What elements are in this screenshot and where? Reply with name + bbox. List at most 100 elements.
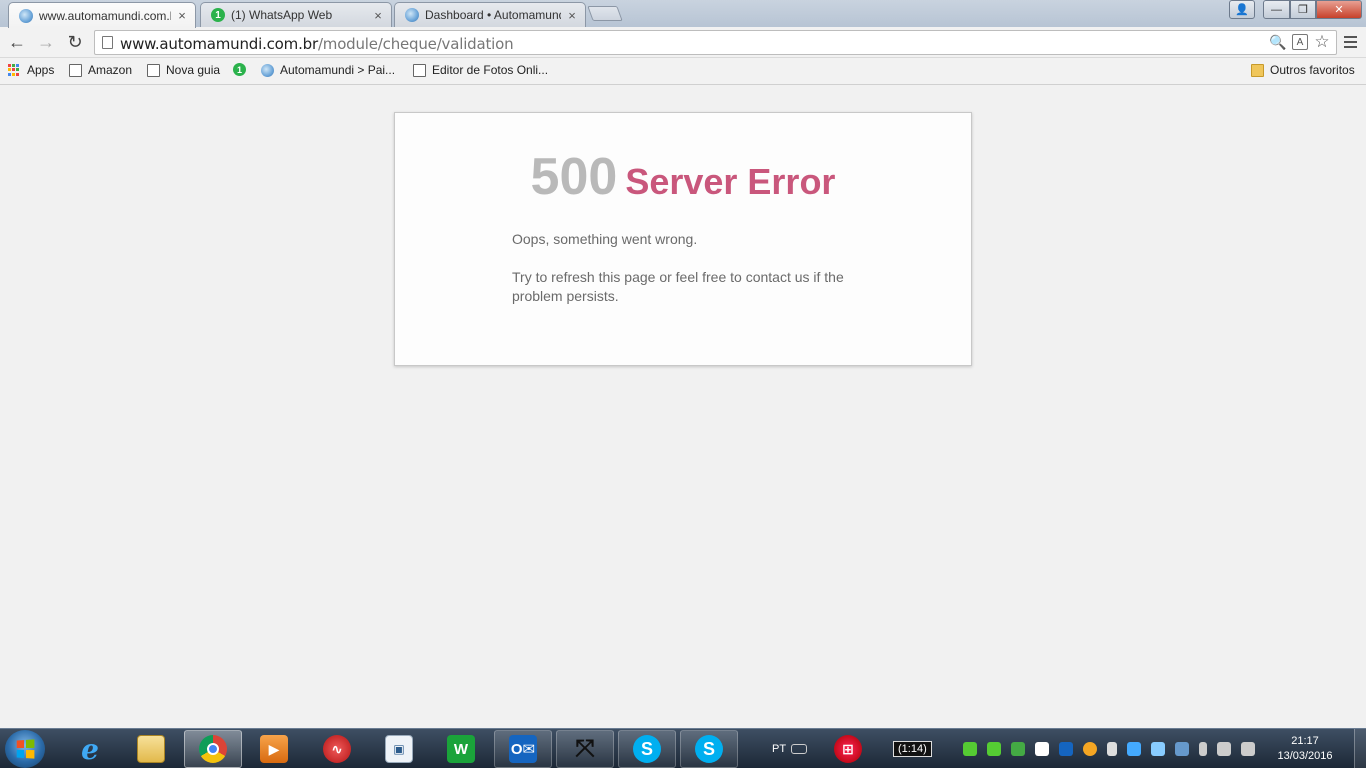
bookmark-editor-fotos[interactable]: Editor de Fotos Onli... [413, 63, 548, 77]
translate-icon[interactable]: A [1292, 34, 1308, 50]
taskbar-cardiogram-app[interactable]: ∿ [308, 730, 366, 768]
network-icon[interactable] [1175, 742, 1189, 756]
address-url[interactable]: www.automamundi.com.br/module/cheque/val… [120, 35, 514, 53]
bookmark-other-folder[interactable]: Outros favoritos [1251, 63, 1355, 77]
close-icon[interactable]: × [175, 8, 189, 23]
taskbar-skype-2[interactable]: S [680, 730, 738, 768]
taskbar-windows-explorer[interactable] [122, 730, 180, 768]
taskbar-skype-1[interactable]: S [618, 730, 676, 768]
taskbar-internet-explorer[interactable]: e [61, 730, 119, 768]
signal-icon[interactable] [1217, 742, 1231, 756]
battery-time: (1:14) [893, 741, 932, 757]
bookmark-label: Nova guia [166, 63, 221, 77]
arrows-app-icon: ⤧ [575, 735, 595, 762]
error-card: 500 Server Error Oops, something went wro… [394, 112, 972, 366]
skype-icon: S [633, 735, 661, 763]
taskbar-outlook[interactable]: O✉ [494, 730, 552, 768]
show-desktop-button[interactable] [1354, 729, 1366, 768]
bookmark-label: Apps [27, 63, 55, 77]
menu-bar-line [1343, 41, 1357, 43]
windows-taskbar: e ▶ ∿ ▣ W O✉ ⤧ S S PT ⊞ (1:14) 21:17 13/… [0, 728, 1366, 768]
chrome-menu-button[interactable] [1340, 32, 1360, 52]
zoom-icon[interactable]: 🔍 [1269, 34, 1286, 50]
battery-indicator[interactable]: (1:14) [893, 729, 932, 768]
bookmark-nova-guia[interactable]: Nova guia [147, 63, 220, 77]
tab-whatsapp[interactable]: 1 (1) WhatsApp Web × [200, 2, 392, 27]
tray-app-icon[interactable] [1011, 742, 1025, 756]
pulse-icon: ∿ [323, 735, 351, 763]
taskbar-media-player[interactable]: ▶ [245, 730, 303, 768]
url-path: /module/cheque/validation [317, 35, 514, 53]
clock-time: 21:17 [1291, 735, 1319, 747]
whatsapp-icon: 1 [233, 63, 246, 76]
tab-title: www.automamundi.com.b [39, 8, 171, 23]
new-tab-button[interactable] [587, 6, 623, 21]
globe-icon [405, 8, 419, 22]
taskbar-app-arrows[interactable]: ⤧ [556, 730, 614, 768]
taskbar-chrome[interactable] [184, 730, 242, 768]
skype-icon: S [695, 735, 723, 763]
outlook-tray-icon[interactable] [1059, 742, 1073, 756]
menu-bar-line [1343, 36, 1357, 38]
tab-title: (1) WhatsApp Web [231, 8, 333, 22]
menu-bar-line [1343, 46, 1357, 48]
battery-icon[interactable] [1199, 742, 1207, 756]
apps-grid-icon [8, 63, 21, 77]
wps-writer-icon: W [447, 735, 475, 763]
bookmark-star-icon[interactable]: ☆ [1314, 32, 1330, 51]
user-profile-button[interactable]: 👤 [1229, 0, 1255, 19]
page-icon [413, 63, 426, 77]
system-clock[interactable]: 21:17 13/03/2016 [1272, 734, 1338, 764]
tray-app-icon[interactable] [987, 742, 1001, 756]
taskbar-tray-app[interactable]: ⊞ [822, 730, 874, 768]
tab-automamundi[interactable]: www.automamundi.com.b × [8, 2, 196, 28]
windows-logo-icon [16, 739, 35, 759]
media-player-icon: ▶ [260, 735, 288, 763]
address-bar[interactable]: www.automamundi.com.br/module/cheque/val… [94, 30, 1337, 55]
forward-button[interactable]: → [35, 31, 57, 53]
bookmark-label: Amazon [88, 63, 133, 77]
error-title: Server Error [625, 161, 836, 202]
folder-icon [137, 735, 165, 763]
error-detail: Try to refresh this page or feel free to… [512, 269, 844, 304]
globe-icon [19, 8, 33, 23]
bookmark-label: Automamundi > Pai... [280, 63, 396, 77]
red-app-icon: ⊞ [834, 735, 862, 763]
bookmark-label: Editor de Fotos Onli... [432, 63, 549, 77]
taskbar-wps-writer[interactable]: W [432, 730, 490, 768]
bookmark-amazon[interactable]: Amazon [69, 63, 132, 77]
window-controls: 👤 — ❐ ✕ [1229, 0, 1362, 19]
bookmark-whatsapp[interactable]: 1 [233, 63, 252, 76]
bookmark-apps[interactable]: Apps [8, 63, 54, 77]
maximize-button[interactable]: ❐ [1290, 0, 1316, 19]
volume-icon[interactable] [1241, 742, 1255, 756]
tray-app-icon[interactable] [1127, 742, 1141, 756]
tab-title: Dashboard • Automamund [425, 8, 561, 22]
keyboard-icon [791, 744, 808, 754]
close-window-button[interactable]: ✕ [1316, 0, 1362, 19]
notification-area [958, 729, 1260, 768]
internet-explorer-icon: e [81, 732, 99, 766]
minimize-button[interactable]: — [1263, 0, 1290, 19]
browser-tab-strip: www.automamundi.com.b × 1 (1) WhatsApp W… [0, 0, 1366, 28]
dropbox-icon[interactable] [1035, 742, 1049, 756]
close-icon[interactable]: × [371, 8, 385, 23]
tray-app-icon[interactable] [963, 742, 977, 756]
error-message: Oops, something went wrong. [512, 231, 698, 247]
reload-button[interactable]: ↻ [64, 31, 86, 53]
url-host: www.automamundi.com.br [120, 35, 318, 53]
start-button[interactable] [5, 730, 45, 768]
action-center-flag-icon[interactable] [1107, 742, 1117, 756]
tray-app-icon[interactable] [1083, 742, 1097, 756]
language-indicator[interactable]: PT [772, 729, 812, 768]
clock-date: 13/03/2016 [1277, 750, 1333, 762]
tab-dashboard[interactable]: Dashboard • Automamund × [394, 2, 586, 27]
bookmark-automamundi[interactable]: Automamundi > Pai... [261, 63, 395, 77]
folder-icon [1251, 63, 1264, 77]
error-code: 500 [530, 148, 618, 206]
close-icon[interactable]: × [565, 8, 579, 23]
page-icon [147, 63, 160, 77]
taskbar-image-viewer[interactable]: ▣ [370, 730, 428, 768]
back-button[interactable]: ← [6, 31, 28, 53]
tray-app-icon[interactable] [1151, 742, 1165, 756]
